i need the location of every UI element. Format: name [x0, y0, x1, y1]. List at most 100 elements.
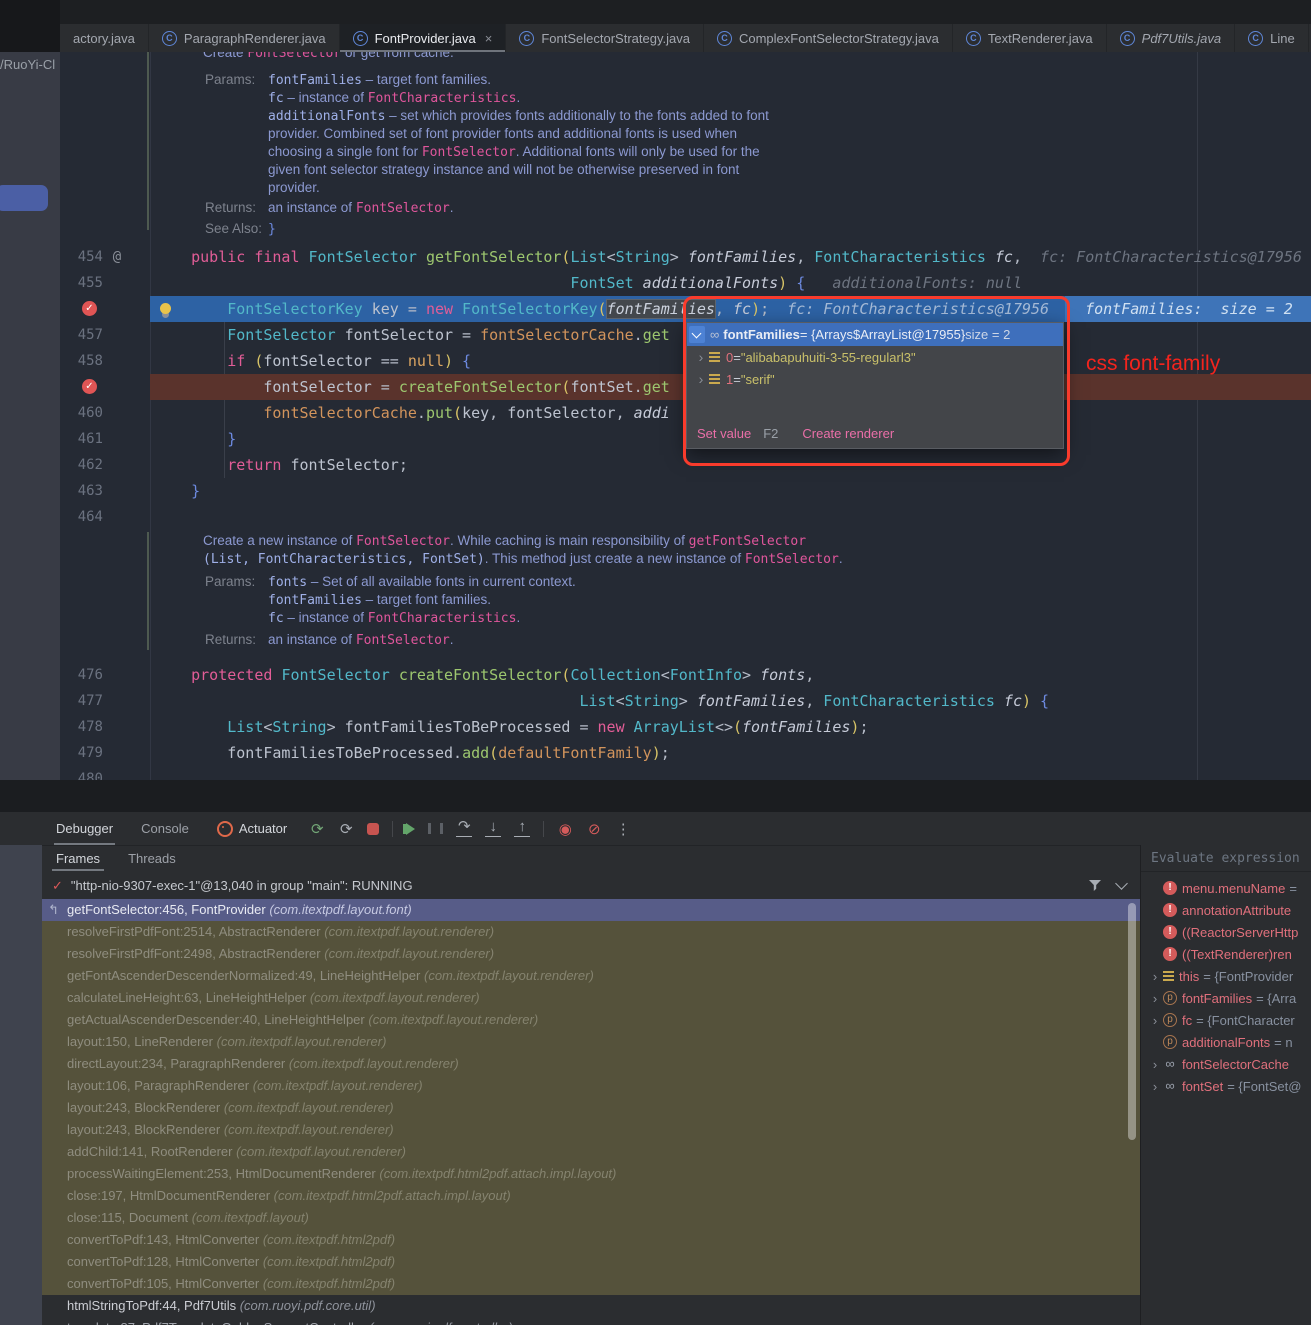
editor-tab[interactable]: CComplexFontSelectorStrategy.java: [704, 24, 953, 52]
code-line[interactable]: FontSelectorKey key = new FontSelectorKe…: [155, 296, 1311, 322]
variable-row[interactable]: ›this= {FontProvider: [1141, 965, 1311, 987]
filter-funnel-icon[interactable]: [1089, 880, 1101, 891]
annotation-gutter-icon[interactable]: @: [108, 244, 126, 270]
variable-row[interactable]: ›pfontFamilies= {Arra: [1141, 987, 1311, 1009]
frame-row[interactable]: layout:106, ParagraphRenderer (com.itext…: [42, 1075, 1140, 1097]
editor-tab[interactable]: CPdf7Utils.java: [1107, 24, 1235, 52]
code-line[interactable]: fontFamiliesToBeProcessed.add(defaultFon…: [155, 740, 670, 766]
variable-row[interactable]: padditionalFonts= n: [1141, 1031, 1311, 1053]
chevron-down-icon[interactable]: [1115, 877, 1128, 890]
set-value-link[interactable]: Set value: [697, 426, 751, 441]
editor-tab[interactable]: CParagraphRenderer.java: [149, 24, 340, 52]
variable-row[interactable]: ›∞fontSelectorCache: [1141, 1053, 1311, 1075]
editor-tab[interactable]: CFontSelectorStrategy.java: [506, 24, 704, 52]
code-line[interactable]: protected FontSelector createFontSelecto…: [155, 662, 814, 688]
frame-row[interactable]: convertToPdf:128, HtmlConverter (com.ite…: [42, 1251, 1140, 1273]
array-element-icon: [709, 352, 720, 363]
stop-icon[interactable]: [367, 823, 379, 835]
frame-row[interactable]: resolveFirstPdfFont:2498, AbstractRender…: [42, 943, 1140, 965]
popup-dropdown-icon[interactable]: [689, 326, 705, 343]
frame-row[interactable]: ↰getFontSelector:456, FontProvider (com.…: [42, 899, 1140, 921]
frame-row[interactable]: convertToPdf:143, HtmlConverter (com.ite…: [42, 1229, 1140, 1251]
view-tab-threads[interactable]: Threads: [114, 846, 190, 871]
create-renderer-link[interactable]: Create renderer: [802, 426, 894, 441]
run-configuration[interactable]: Actuator: [217, 821, 287, 837]
code-line[interactable]: return fontSelector;: [155, 452, 408, 478]
step-into-icon[interactable]: ↓: [485, 820, 501, 837]
variable-row[interactable]: ›pfc= {FontCharacter: [1141, 1009, 1311, 1031]
frames-scrollbar[interactable]: [1128, 903, 1136, 1140]
code-token: addi: [634, 404, 670, 422]
code-token: an instance of: [268, 200, 356, 215]
thread-status-row[interactable]: ✓ "http-nio-9307-exec-1"@13,040 in group…: [42, 872, 1140, 900]
code-token: return: [227, 456, 281, 474]
code-line[interactable]: public final FontSelector getFontSelecto…: [155, 244, 1302, 270]
debug-value-popup[interactable]: ∞ fontFamilies = {Arrays$ArrayList@17955…: [686, 322, 1064, 449]
frame-row[interactable]: directLayout:234, ParagraphRenderer (com…: [42, 1053, 1140, 1075]
code-line[interactable]: List<String> fontFamilies, FontCharacter…: [155, 688, 1049, 714]
frame-row[interactable]: processWaitingElement:253, HtmlDocumentR…: [42, 1163, 1140, 1185]
editor-tab[interactable]: CFontProvider.java×: [340, 24, 507, 52]
expand-chevron-icon[interactable]: ›: [1149, 1057, 1161, 1072]
expand-chevron-icon[interactable]: ›: [695, 371, 707, 387]
code-line[interactable]: }: [155, 478, 200, 504]
tool-window-stripe-button-top[interactable]: [0, 185, 48, 211]
step-over-icon[interactable]: ↷: [456, 820, 472, 837]
code-line[interactable]: fontSelectorCache.put(key, fontSelector,…: [155, 400, 670, 426]
pause-icon[interactable]: [428, 823, 443, 834]
code-line[interactable]: FontSet additionalFonts) { additionalFon…: [155, 270, 1022, 296]
expand-chevron-icon[interactable]: ›: [1149, 1079, 1161, 1094]
close-icon[interactable]: ×: [485, 31, 493, 46]
frame-row[interactable]: template:87, Pdf7TemplateGoldenSupportCo…: [42, 1317, 1140, 1325]
frame-row[interactable]: close:197, HtmlDocumentRenderer (com.ite…: [42, 1185, 1140, 1207]
rerun-icon[interactable]: ⟳: [309, 820, 325, 838]
code-line[interactable]: if (fontSelector == null) {: [155, 348, 471, 374]
editor-tab[interactable]: CLine: [1235, 24, 1309, 52]
popup-value-row[interactable]: ›1 = "serif": [687, 368, 1063, 390]
popup-value-row[interactable]: ›0 = "alibabapuhuiti-3-55-regularl3": [687, 346, 1063, 368]
doc-line: Create a new instance of FontSelector. W…: [203, 532, 806, 550]
frame-row[interactable]: close:115, Document (com.itextpdf.layout…: [42, 1207, 1140, 1229]
code-line[interactable]: List<String> fontFamiliesToBeProcessed =…: [155, 714, 868, 740]
view-breakpoints-icon[interactable]: ◉: [557, 820, 573, 838]
frame-row[interactable]: addChild:141, RootRenderer (com.itextpdf…: [42, 1141, 1140, 1163]
frame-row[interactable]: getFontAscenderDescenderNormalized:49, L…: [42, 965, 1140, 987]
resume-icon[interactable]: [406, 823, 415, 835]
expand-chevron-icon[interactable]: ›: [1149, 1013, 1161, 1028]
editor-tab[interactable]: CTextRenderer.java: [953, 24, 1107, 52]
variable-row[interactable]: ›∞fontSet= {FontSet@: [1141, 1075, 1311, 1097]
debug-tab-debugger[interactable]: Debugger: [42, 812, 127, 845]
code-line[interactable]: fontSelector = createFontSelector(fontSe…: [155, 374, 670, 400]
frame-row[interactable]: layout:150, LineRenderer (com.itextpdf.l…: [42, 1031, 1140, 1053]
gutter-separator: [150, 52, 151, 780]
debug-tab-console[interactable]: Console: [127, 812, 203, 845]
breakpoint-icon[interactable]: ✓: [82, 379, 97, 394]
frame-row[interactable]: htmlStringToPdf:44, Pdf7Utils (com.ruoyi…: [42, 1295, 1140, 1317]
frame-row[interactable]: convertToPdf:105, HtmlConverter (com.ite…: [42, 1273, 1140, 1295]
editor-tab[interactable]: actory.java: [60, 24, 149, 52]
variable-row[interactable]: !((TextRenderer)ren: [1141, 943, 1311, 965]
variable-row[interactable]: !menu.menuName=: [1141, 877, 1311, 899]
code-token: }: [191, 482, 200, 500]
breakpoint-icon[interactable]: ✓: [82, 301, 97, 316]
frame-row[interactable]: getActualAscenderDescender:40, LineHeigh…: [42, 1009, 1140, 1031]
mute-breakpoints-icon[interactable]: ⊘: [586, 820, 602, 838]
evaluate-expression-input[interactable]: Evaluate expression: [1151, 851, 1300, 866]
view-tab-frames[interactable]: Frames: [42, 846, 114, 871]
code-line[interactable]: FontSelector fontSelector = fontSelector…: [155, 322, 670, 348]
expand-chevron-icon[interactable]: ›: [1149, 991, 1161, 1006]
frame-row[interactable]: layout:243, BlockRenderer (com.itextpdf.…: [42, 1119, 1140, 1141]
frame-row[interactable]: resolveFirstPdfFont:2514, AbstractRender…: [42, 921, 1140, 943]
rerun-debug-icon[interactable]: ⟳: [338, 820, 354, 838]
variable-row[interactable]: !((ReactorServerHttp: [1141, 921, 1311, 943]
step-out-icon[interactable]: ↑: [514, 820, 530, 837]
code-line[interactable]: }: [155, 426, 236, 452]
expand-chevron-icon[interactable]: ›: [1149, 969, 1161, 984]
more-icon[interactable]: ⋮: [615, 820, 631, 838]
variable-row[interactable]: !annotationAttribute: [1141, 899, 1311, 921]
frame-row[interactable]: calculateLineHeight:63, LineHeightHelper…: [42, 987, 1140, 1009]
frame-row[interactable]: layout:243, BlockRenderer (com.itextpdf.…: [42, 1097, 1140, 1119]
expand-chevron-icon[interactable]: ›: [695, 349, 707, 365]
panel-splitter[interactable]: [0, 780, 1311, 812]
popup-header-row[interactable]: ∞ fontFamilies = {Arrays$ArrayList@17955…: [687, 323, 1063, 346]
